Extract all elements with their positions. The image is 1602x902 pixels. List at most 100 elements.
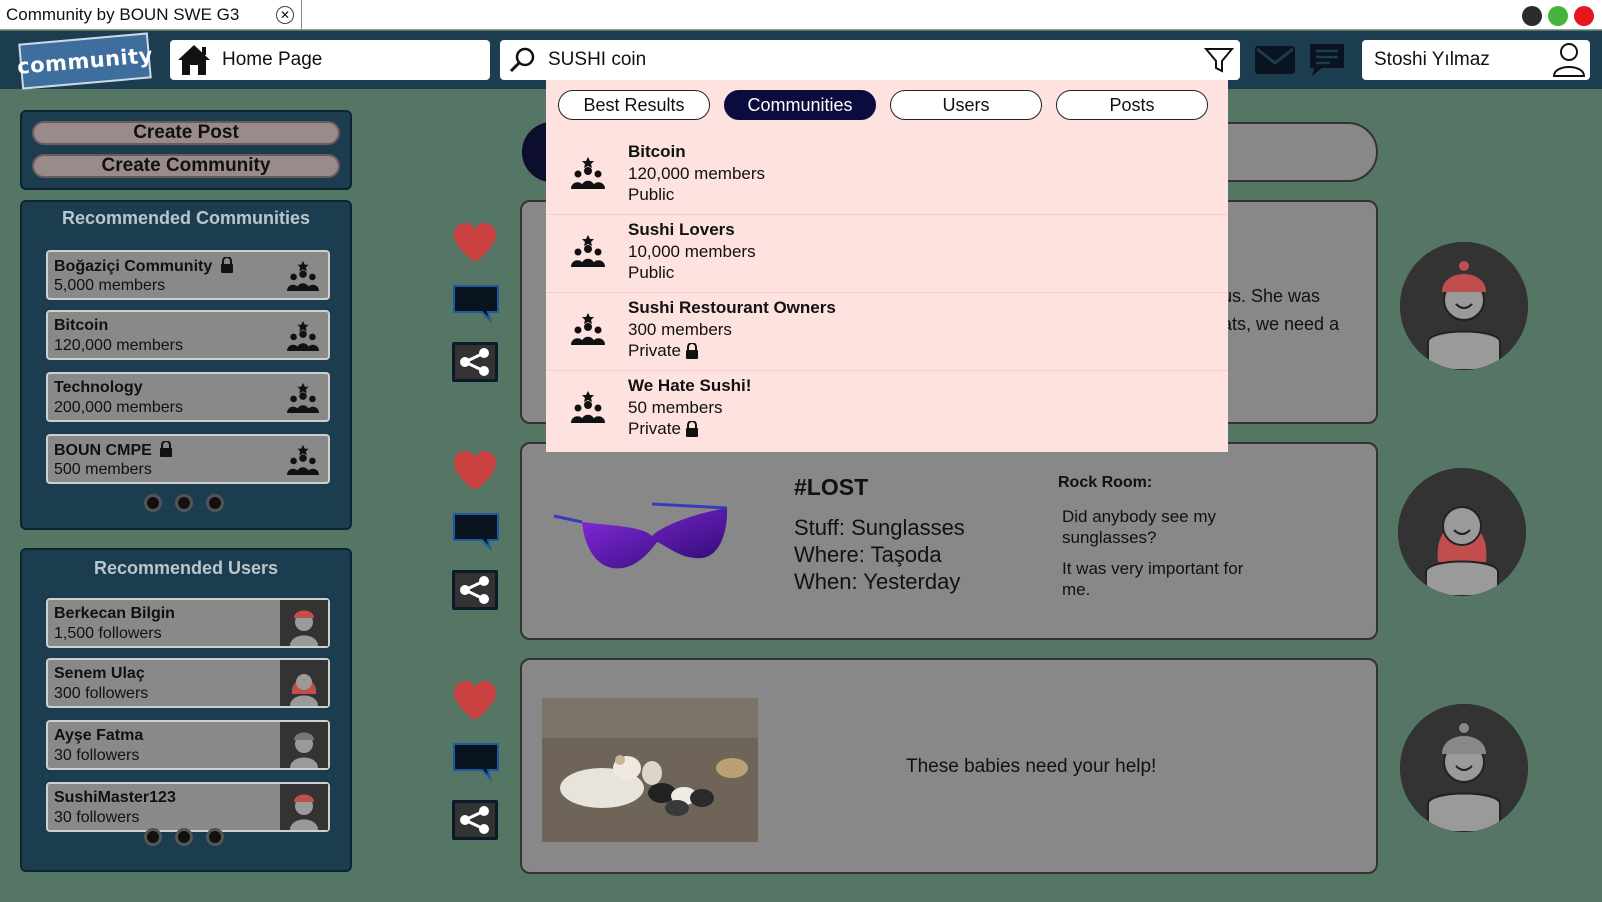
post-author-avatar[interactable] (1400, 704, 1528, 832)
lock-icon (685, 421, 698, 437)
member-count: 120,000 members (54, 337, 183, 354)
search-result-bitcoin[interactable]: Bitcoin 120,000 members Public (546, 136, 1228, 214)
community-card-technology[interactable]: Technology 200,000 members (46, 372, 330, 422)
window-maximize-button[interactable] (1548, 6, 1568, 26)
community-card-bitcoin[interactable]: Bitcoin 120,000 members (46, 310, 330, 360)
user-name: Senem Ulaç (54, 665, 145, 682)
tab-posts[interactable]: Posts (1056, 90, 1208, 120)
search-bar[interactable] (500, 40, 1240, 80)
member-count: 200,000 members (54, 399, 183, 416)
tab-close-icon[interactable]: ✕ (276, 6, 294, 24)
comment-icon[interactable] (452, 742, 500, 782)
result-privacy: Public (628, 263, 675, 282)
pagination-dot[interactable] (175, 828, 193, 846)
share-icon[interactable] (452, 800, 498, 840)
share-icon[interactable] (452, 570, 498, 610)
user-name: Berkecan Bilgin (54, 605, 175, 622)
lock-icon (685, 343, 698, 359)
post-details: Stuff: Sunglasses Where: Taşoda When: Ye… (794, 515, 965, 594)
community-icon (287, 260, 319, 292)
heart-icon[interactable] (452, 222, 498, 264)
post-author-avatar[interactable] (1400, 242, 1528, 370)
community-name: BOUN CMPE (54, 440, 173, 460)
search-result-we-hate-sushi[interactable]: We Hate Sushi! 50 members Private (546, 370, 1228, 448)
pagination-dot[interactable] (206, 828, 224, 846)
result-name: We Hate Sushi! (628, 376, 752, 395)
user-card-senem[interactable]: Senem Ulaç 300 followers (46, 658, 330, 708)
post-card[interactable]: #LOST Stuff: Sunglasses Where: Taşoda Wh… (520, 442, 1378, 640)
browser-tab[interactable]: Community by BOUN SWE G3 (0, 0, 302, 30)
follower-count: 300 followers (54, 685, 149, 702)
recommended-users-panel: Recommended Users Berkecan Bilgin 1,500 … (20, 548, 352, 872)
pagination-dot[interactable] (144, 828, 162, 846)
search-input[interactable] (548, 49, 1168, 71)
post-author-avatar[interactable] (1398, 468, 1526, 596)
tab-best-results[interactable]: Best Results (558, 90, 710, 120)
result-members: 10,000 members (628, 242, 756, 261)
community-icon (571, 157, 605, 189)
mail-icon[interactable] (1254, 44, 1296, 76)
user-card-berkecan[interactable]: Berkecan Bilgin 1,500 followers (46, 598, 330, 648)
community-icon (287, 382, 319, 414)
user-name: SushiMaster123 (54, 789, 176, 806)
result-name: Bitcoin (628, 142, 686, 161)
pagination-dot[interactable] (206, 494, 224, 512)
home-page-button[interactable]: Home Page (170, 40, 490, 80)
community-icon (287, 320, 319, 352)
heart-icon[interactable] (452, 450, 498, 492)
title-bar: Community by BOUN SWE G3 ✕ (0, 0, 1602, 30)
pagination-dot[interactable] (175, 494, 193, 512)
pagination-dot[interactable] (144, 494, 162, 512)
recommended-communities-panel: Recommended Communities Boğaziçi Communi… (20, 200, 352, 530)
actions-panel: Create Post Create Community (20, 110, 352, 190)
user-name: Stoshi Yılmaz (1374, 49, 1490, 70)
panel-title: Recommended Users (93, 558, 279, 578)
result-members: 50 members (628, 398, 723, 417)
user-avatar (280, 660, 328, 706)
community-card-bogazici[interactable]: Boğaziçi Community 5,000 members (46, 250, 330, 300)
create-post-button[interactable]: Create Post (32, 121, 340, 145)
filter-icon[interactable] (1204, 46, 1234, 74)
user-avatar (280, 722, 328, 768)
search-result-sushi-restourant-owners[interactable]: Sushi Restourant Owners 300 members Priv… (546, 292, 1228, 370)
post-text: Did anybody see my sunglasses? It was ve… (1062, 507, 1244, 599)
user-icon[interactable] (1552, 42, 1586, 78)
result-privacy: Private (628, 341, 699, 361)
create-community-button[interactable]: Create Community (32, 154, 340, 178)
result-privacy: Public (628, 185, 675, 204)
window-close-button[interactable] (1574, 6, 1594, 26)
search-results-dropdown: Best Results Communities Users Posts Bit… (546, 80, 1228, 452)
user-card-sushimaster[interactable]: SushiMaster123 30 followers (46, 782, 330, 832)
comment-icon[interactable] (452, 512, 500, 552)
window-dark-button[interactable] (1522, 6, 1542, 26)
user-avatar (280, 784, 328, 830)
member-count: 500 members (54, 461, 152, 478)
follower-count: 1,500 followers (54, 625, 162, 642)
result-name: Sushi Restourant Owners (628, 298, 836, 317)
post-room: Rock Room: (1058, 474, 1153, 491)
community-icon (571, 235, 605, 267)
messages-icon[interactable] (1308, 42, 1346, 78)
post-card[interactable]: These babies need your help! (520, 658, 1378, 874)
user-card-ayse[interactable]: Ayşe Fatma 30 followers (46, 720, 330, 770)
heart-icon[interactable] (452, 680, 498, 722)
tab-communities[interactable]: Communities (724, 90, 876, 120)
user-avatar (280, 600, 328, 646)
community-name: Technology (54, 379, 143, 396)
community-card-boun-cmpe[interactable]: BOUN CMPE 500 members (46, 434, 330, 484)
result-name: Sushi Lovers (628, 220, 735, 239)
lock-icon (220, 256, 233, 273)
community-name: Bitcoin (54, 317, 109, 334)
search-result-sushi-lovers[interactable]: Sushi Lovers 10,000 members Public (546, 214, 1228, 292)
share-icon[interactable] (452, 342, 498, 382)
member-count: 5,000 members (54, 277, 166, 294)
tab-users[interactable]: Users (890, 90, 1042, 120)
community-icon (287, 444, 319, 476)
search-icon (509, 47, 535, 73)
post-text: us. She was ats, we need a (1222, 286, 1340, 334)
tab-title: Community by BOUN SWE G3 (6, 5, 240, 24)
community-name: Boğaziçi Community (54, 256, 234, 276)
comment-icon[interactable] (452, 284, 500, 324)
post-tag: #LOST (794, 474, 869, 500)
result-members: 120,000 members (628, 164, 766, 183)
